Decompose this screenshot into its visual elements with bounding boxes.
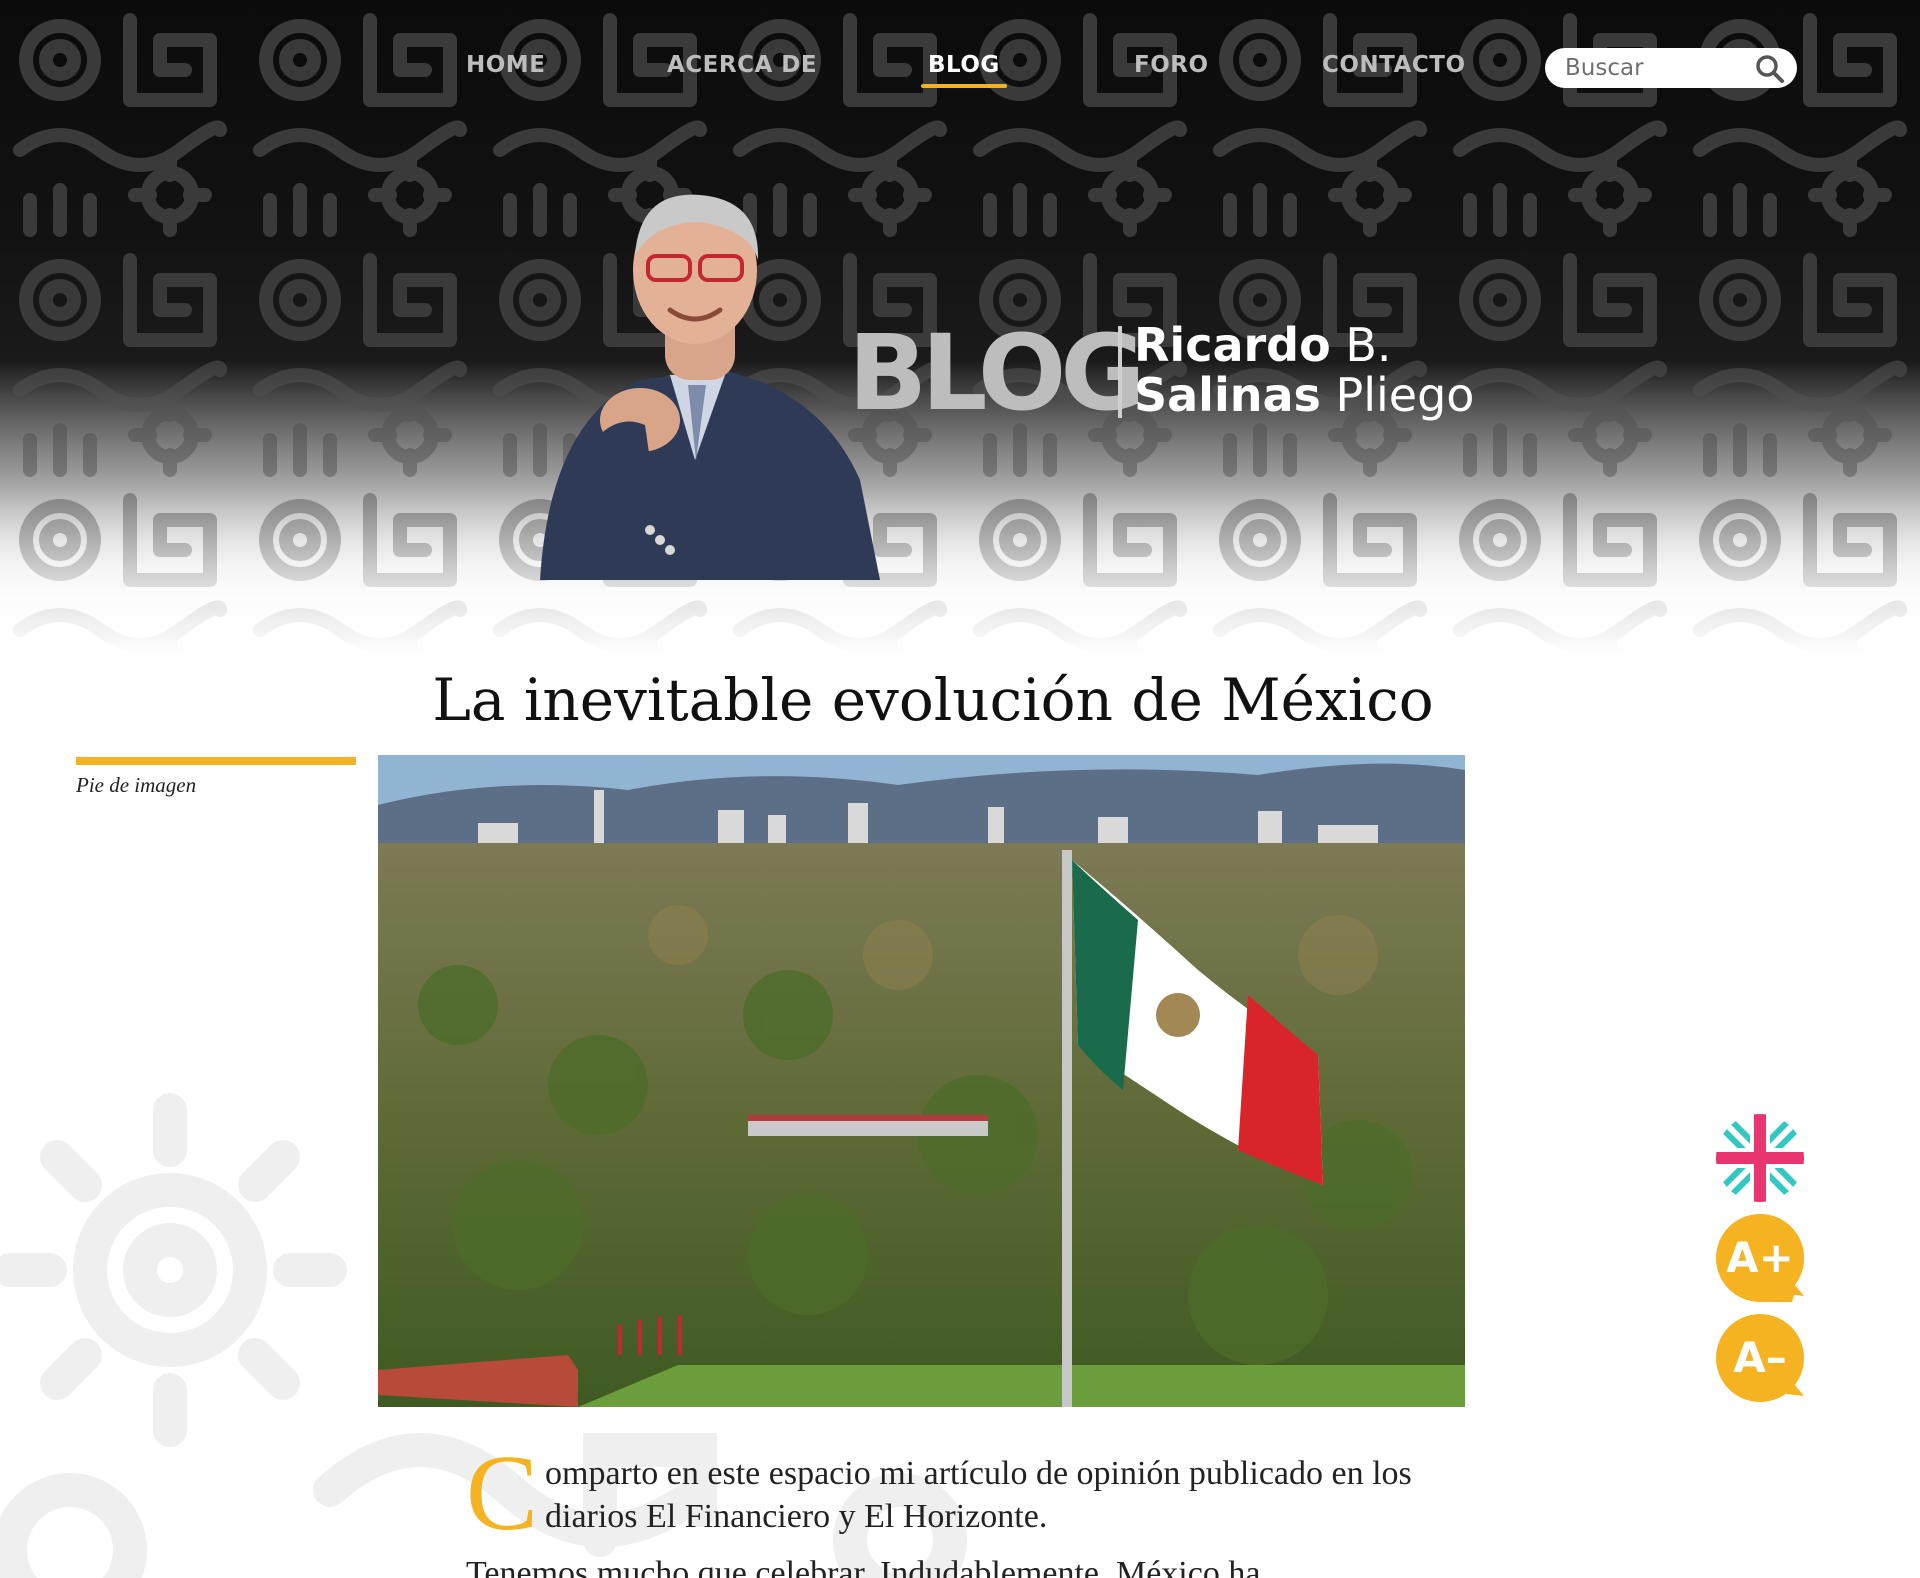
search-box: [1545, 48, 1797, 88]
nav-home[interactable]: HOME: [466, 52, 545, 78]
hero-header: BLOG Ricardo B. Salinas Pliego HOME ACER…: [0, 0, 1920, 656]
search-input[interactable]: [1565, 53, 1745, 83]
font-decrease-icon: A–: [1716, 1314, 1804, 1402]
font-increase-icon: A+: [1716, 1214, 1804, 1302]
nav-active-indicator: [921, 84, 1007, 88]
increase-font-button[interactable]: A+: [1714, 1212, 1806, 1304]
logo-surname-2: Pliego: [1320, 368, 1475, 422]
logo-initial: B.: [1330, 318, 1392, 372]
logo-blog-word: BLOG: [848, 312, 1146, 434]
logo-name-line-1: Ricardo B.: [1134, 318, 1392, 372]
logo-first-name: Ricardo: [1134, 318, 1331, 372]
increase-font-label: A+: [1726, 1233, 1794, 1282]
image-caption: Pie de imagen: [76, 773, 197, 797]
logo-name-line-2: Salinas Pliego: [1134, 368, 1474, 422]
logo-surname-1: Salinas: [1134, 368, 1321, 422]
author-portrait: [540, 194, 880, 580]
article-second-paragraph: Tenemos mucho que celebrar. Indudablemen…: [466, 1555, 1261, 1578]
nav-contacto[interactable]: CONTACTO: [1322, 52, 1466, 78]
search-icon[interactable]: [1755, 54, 1785, 84]
caption-accent-bar: [76, 757, 356, 765]
article-title: La inevitable evolución de México: [432, 666, 1434, 734]
language-uk-flag-button[interactable]: [1714, 1112, 1806, 1204]
drop-cap-letter: C: [466, 1434, 539, 1553]
decrease-font-button[interactable]: A–: [1714, 1312, 1806, 1404]
decrease-font-label: A–: [1733, 1333, 1787, 1382]
nav-foro[interactable]: FORO: [1134, 52, 1209, 78]
article-image-mexico-flag: [378, 755, 1465, 1407]
blog-logo[interactable]: BLOG Ricardo B. Salinas Pliego: [848, 312, 1474, 434]
nav-acerca-de[interactable]: ACERCA DE: [667, 52, 817, 78]
logo-divider: [1118, 326, 1122, 418]
article-intro-paragraph: omparto en este espacio mi artículo de o…: [545, 1455, 1412, 1535]
nav-blog[interactable]: BLOG: [928, 52, 1000, 78]
